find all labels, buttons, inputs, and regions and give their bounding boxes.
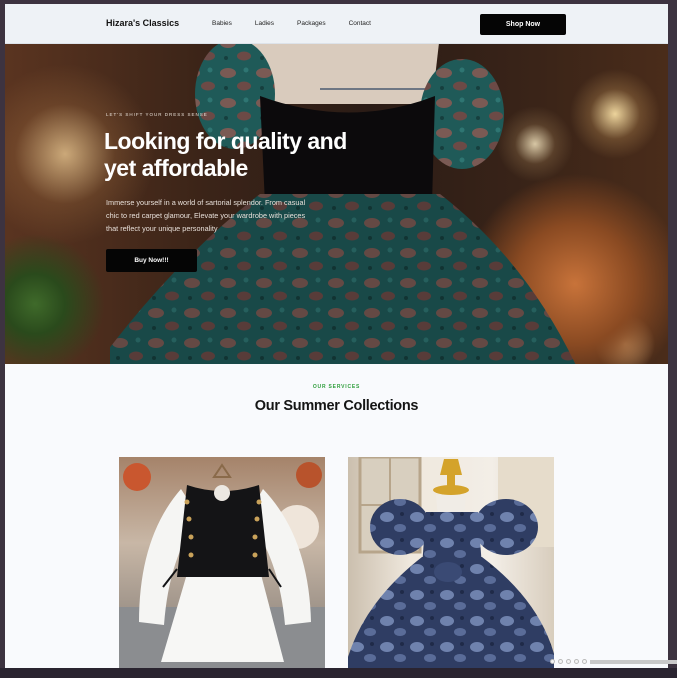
top-navbar: Hizara's Classics Babies Ladies Packages…	[5, 4, 668, 44]
section-eyebrow: OUR SERVICES	[312, 384, 361, 390]
hero-description: Immerse yourself in a world of sartorial…	[106, 198, 306, 233]
nav-link-packages[interactable]: Packages	[297, 20, 326, 27]
nav-links: Babies Ladies Packages Contact	[212, 20, 394, 27]
window-bottom-bar	[0, 668, 677, 678]
carousel-dot[interactable]	[582, 659, 587, 664]
nav-link-contact[interactable]: Contact	[349, 20, 371, 27]
hero-banner: LET'S SHIFT YOUR DRESS SENSE Looking for…	[5, 44, 668, 364]
blue-dress-image	[348, 457, 554, 668]
carousel-dot[interactable]	[550, 659, 555, 664]
collection-card-blue-dress[interactable]	[348, 457, 554, 668]
shop-now-button[interactable]: Shop Now	[480, 14, 566, 35]
brand-logo[interactable]: Hizara's Classics	[106, 18, 179, 28]
hero-tagline: LET'S SHIFT YOUR DRESS SENSE	[106, 112, 208, 117]
carousel-dot[interactable]	[558, 659, 563, 664]
white-dress-image	[119, 462, 325, 668]
nav-link-babies[interactable]: Babies	[212, 20, 232, 27]
carousel-dot[interactable]	[566, 659, 571, 664]
services-section: OUR SERVICES Our Summer Collections	[5, 364, 668, 668]
carousel-indicators[interactable]	[550, 659, 587, 664]
section-title: Our Summer Collections	[254, 398, 419, 414]
browser-page: Hizara's Classics Babies Ladies Packages…	[5, 4, 668, 668]
collection-card-white-dress[interactable]	[119, 457, 325, 668]
buy-now-button[interactable]: Buy Now!!!	[106, 249, 197, 272]
nav-link-ladies[interactable]: Ladies	[255, 20, 274, 27]
hero-headline: Looking for quality and yet affordable	[104, 128, 347, 181]
carousel-dot[interactable]	[574, 659, 579, 664]
horizontal-scrollbar[interactable]	[590, 660, 677, 664]
